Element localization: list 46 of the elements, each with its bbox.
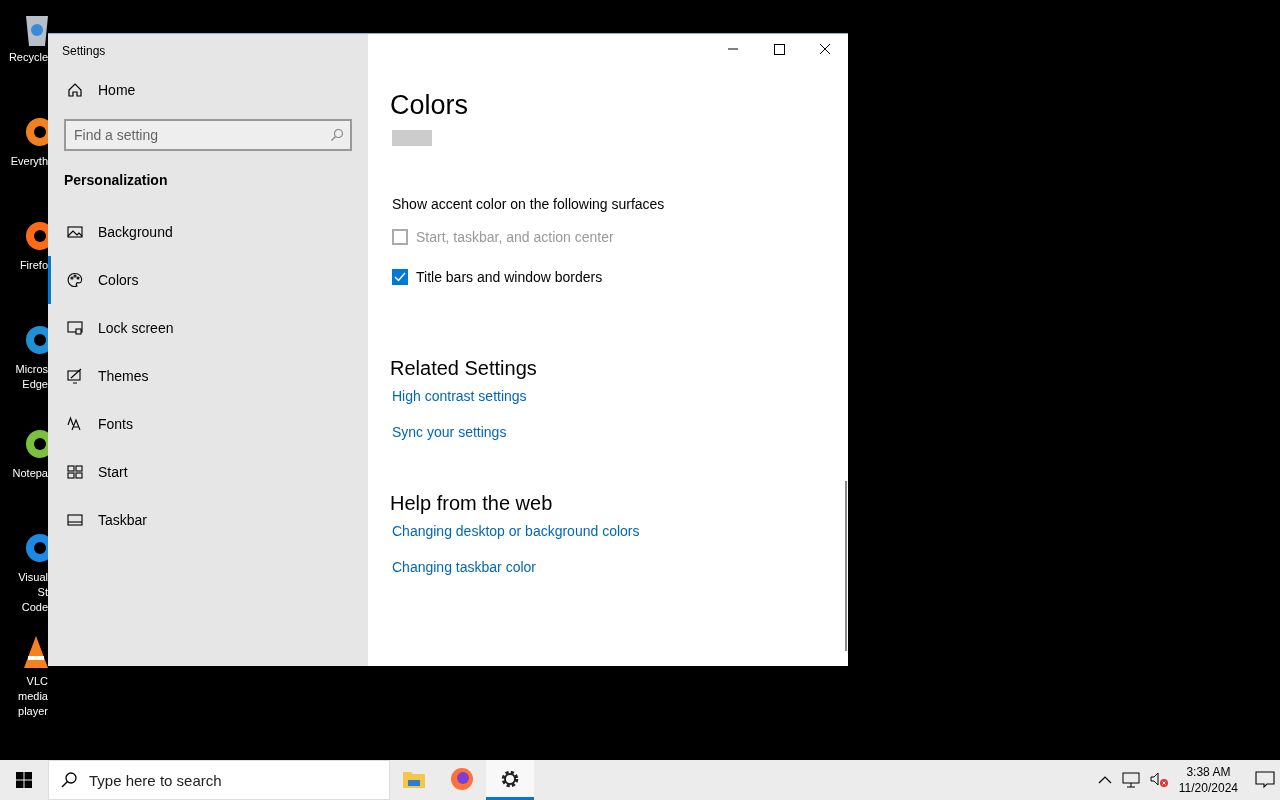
link[interactable]: Sync your settings xyxy=(392,424,507,440)
clock-date[interactable]: 11/20/2024 xyxy=(1178,780,1238,796)
nav-item[interactable]: Fonts xyxy=(48,400,368,448)
notification-icon[interactable] xyxy=(1255,771,1275,789)
surfaces-heading: Show accent color on the following surfaces xyxy=(392,196,666,212)
desktop-icon-label[interactable]: Micros Edge xyxy=(1,362,48,392)
link[interactable]: Changing desktop or background colors xyxy=(392,523,640,539)
section-heading: Personalization xyxy=(63,171,169,190)
desktop-icon-label[interactable]: Recycle xyxy=(1,50,48,65)
checkbox[interactable] xyxy=(392,269,408,285)
clock-time[interactable]: 3:38 AM xyxy=(1186,764,1231,780)
section-heading: Help from the web xyxy=(390,492,554,515)
link[interactable]: Changing taskbar color xyxy=(392,559,536,575)
network-icon[interactable] xyxy=(1121,772,1140,788)
home-icon xyxy=(67,82,83,98)
chevron-up-icon[interactable] xyxy=(1097,775,1112,785)
picture-icon xyxy=(67,224,83,240)
window-title: Settings xyxy=(61,43,107,60)
page-title: Colors xyxy=(390,90,470,122)
muted-speaker-icon[interactable] xyxy=(1149,772,1170,788)
search-field[interactable]: Find a setting xyxy=(64,119,352,151)
desktop-icon-label[interactable]: Firefo xyxy=(1,258,48,273)
taskbar-search-field[interactable]: Type here to search xyxy=(48,760,390,800)
desktop-icon-label[interactable]: Everyth xyxy=(1,154,48,169)
taskbar-icon xyxy=(67,512,83,528)
lock-screen-icon xyxy=(67,320,83,336)
nav-item[interactable]: Lock screen xyxy=(48,304,368,352)
nav-item[interactable]: Background xyxy=(48,208,368,256)
nav-item[interactable]: Start xyxy=(48,448,368,496)
checkbox-label[interactable]: Title bars and window borders xyxy=(416,269,603,285)
tiles-icon xyxy=(67,464,83,480)
nav-item[interactable]: Taskbar xyxy=(48,496,368,544)
browser-icon xyxy=(450,766,474,791)
desktop-icon-label[interactable]: VLC media player xyxy=(1,674,48,719)
search-icon xyxy=(330,128,344,142)
nav-item[interactable]: Themes xyxy=(48,352,368,400)
desktop-icon-label[interactable]: Notepa xyxy=(1,466,48,481)
search-icon xyxy=(60,771,78,789)
brush-icon xyxy=(67,368,83,384)
desktop-icon-label[interactable]: Visual St Code xyxy=(1,570,48,615)
font-icon xyxy=(67,416,83,432)
link[interactable]: High contrast settings xyxy=(392,388,527,404)
taskbar-app-button[interactable] xyxy=(486,760,534,800)
home-nav-item[interactable]: Home xyxy=(48,66,368,114)
section-heading: Related Settings xyxy=(390,357,538,380)
palette-icon xyxy=(67,272,83,288)
